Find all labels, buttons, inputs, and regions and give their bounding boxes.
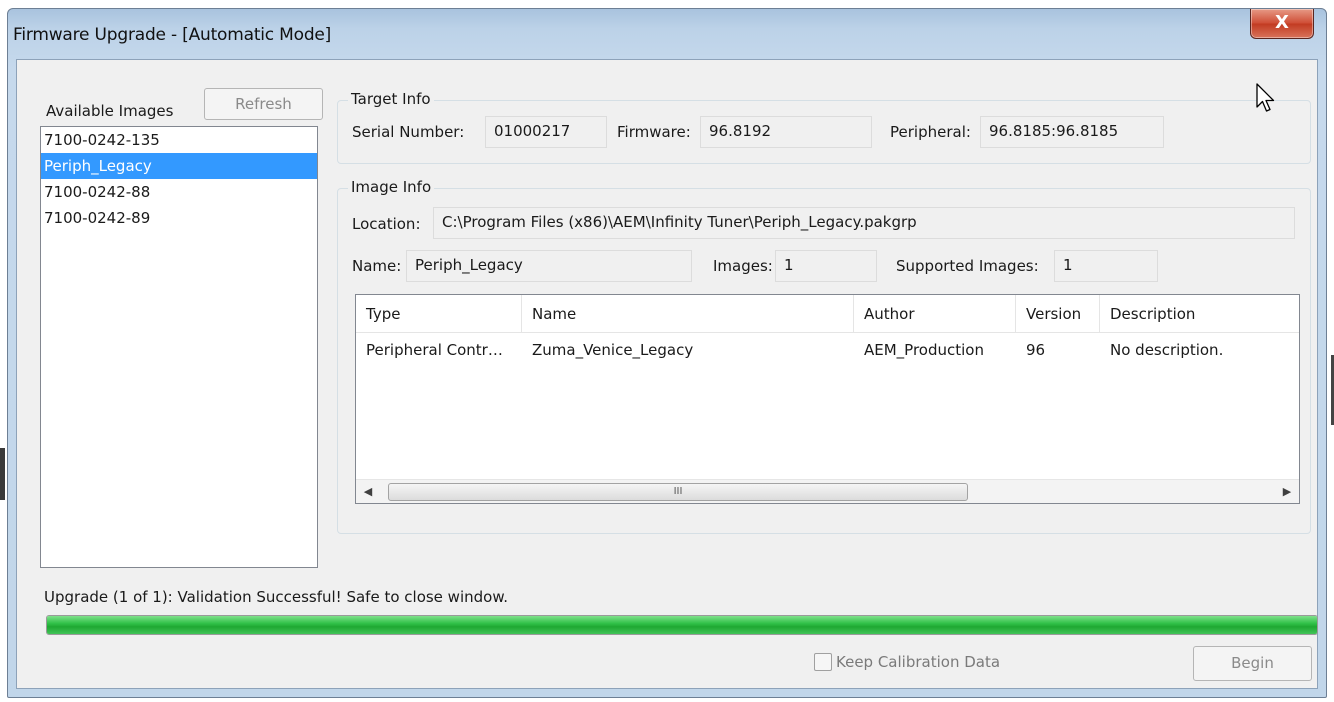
table-row[interactable]: Peripheral Contr… Zuma_Venice_Legacy AEM…	[356, 333, 1299, 367]
horizontal-scrollbar[interactable]: ◀ III ▶	[356, 479, 1299, 503]
keep-calibration-checkbox[interactable]	[814, 653, 832, 671]
scroll-left-icon[interactable]: ◀	[356, 480, 380, 503]
table-cell-version: 96	[1026, 341, 1046, 359]
table-cell-author: AEM_Production	[864, 341, 984, 359]
supported-images-label: Supported Images:	[896, 257, 1039, 275]
mouse-pointer-icon	[1256, 83, 1275, 112]
peripheral-field: 96.8185:96.8185	[980, 116, 1164, 148]
images-count-field: 1	[775, 250, 877, 282]
peripheral-label: Peripheral:	[890, 123, 971, 141]
scrollbar-thumb[interactable]: III	[388, 483, 968, 501]
table-cell-type: Peripheral Contr…	[366, 341, 503, 359]
window-title: Firmware Upgrade - [Automatic Mode]	[13, 25, 332, 45]
available-images-label: Available Images	[46, 102, 174, 120]
firmware-upgrade-window: Firmware Upgrade - [Automatic Mode] X Av…	[7, 8, 1327, 698]
column-header-description[interactable]: Description	[1100, 295, 1299, 333]
table-cell-description: No description.	[1110, 341, 1224, 359]
location-label: Location:	[352, 215, 421, 233]
scroll-right-icon[interactable]: ▶	[1275, 480, 1299, 503]
image-list-item[interactable]: 7100-0242-89	[41, 205, 317, 231]
refresh-button[interactable]: Refresh	[204, 88, 323, 120]
supported-images-field: 1	[1054, 250, 1158, 282]
location-field: C:\Program Files (x86)\AEM\Infinity Tune…	[433, 207, 1295, 239]
name-label: Name:	[352, 257, 402, 275]
target-info-title: Target Info	[348, 90, 434, 108]
name-field: Periph_Legacy	[406, 250, 692, 282]
serial-number-label: Serial Number:	[352, 123, 465, 141]
progress-fill	[47, 616, 1317, 634]
column-header-author[interactable]: Author	[854, 295, 1016, 333]
image-details-table[interactable]: Type Name Author Version Description Per…	[355, 294, 1300, 504]
begin-button[interactable]: Begin	[1193, 646, 1312, 681]
image-list-item[interactable]: Periph_Legacy	[41, 153, 317, 179]
firmware-field: 96.8192	[700, 116, 872, 148]
image-info-title: Image Info	[348, 178, 435, 196]
table-cell-name: Zuma_Venice_Legacy	[532, 341, 694, 359]
upgrade-status-text: Upgrade (1 of 1): Validation Successful!…	[44, 588, 508, 606]
title-bar[interactable]: Firmware Upgrade - [Automatic Mode] X	[8, 9, 1326, 61]
upgrade-progress-bar	[46, 615, 1318, 635]
table-header: Type Name Author Version Description	[356, 295, 1299, 333]
column-header-type[interactable]: Type	[356, 295, 522, 333]
close-button[interactable]: X	[1250, 9, 1314, 39]
column-header-name[interactable]: Name	[522, 295, 854, 333]
column-header-version[interactable]: Version	[1016, 295, 1100, 333]
background-mark	[0, 448, 5, 500]
firmware-label: Firmware:	[617, 123, 691, 141]
image-list-item[interactable]: 7100-0242-135	[41, 127, 317, 153]
target-info-group: Target Info Serial Number: 01000217 Firm…	[337, 90, 1311, 164]
images-count-label: Images:	[713, 257, 773, 275]
available-images-list[interactable]: 7100-0242-135 Periph_Legacy 7100-0242-88 71…	[40, 126, 318, 568]
keep-calibration-label: Keep Calibration Data	[836, 653, 1001, 671]
dialog-client-area: Available Images Refresh 7100-0242-135 Pe…	[16, 59, 1318, 689]
serial-number-field: 01000217	[485, 116, 607, 148]
image-list-item[interactable]: 7100-0242-88	[41, 179, 317, 205]
